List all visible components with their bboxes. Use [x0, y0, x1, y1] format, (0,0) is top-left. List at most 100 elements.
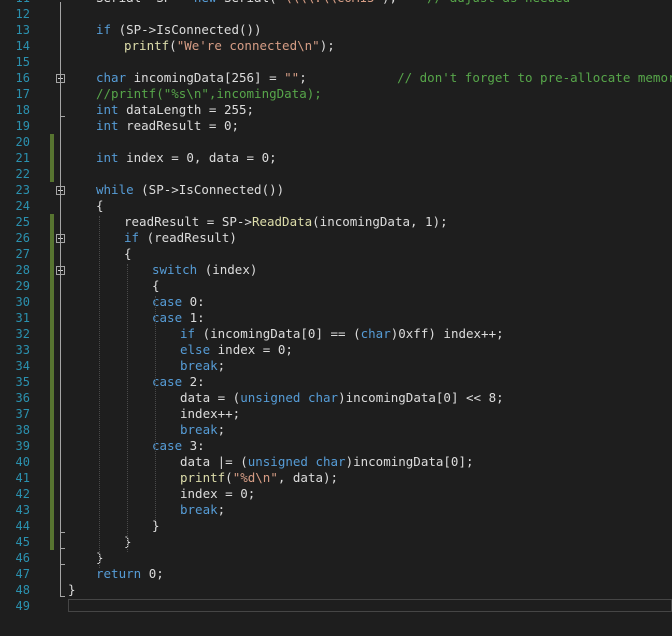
- line-number: 37: [15, 407, 30, 421]
- code-token: index = 0;: [217, 342, 293, 357]
- code-line[interactable]: 42 index = 0;: [0, 486, 672, 502]
- code-token: int: [96, 150, 127, 165]
- line-number: 43: [15, 503, 30, 517]
- code-line[interactable]: 34 break;: [0, 358, 672, 374]
- code-line[interactable]: 28 switch (index): [0, 262, 672, 278]
- code-line[interactable]: 40 data |= (unsigned char)incomingData[0]…: [0, 454, 672, 470]
- change-marker: [50, 166, 54, 182]
- code-line[interactable]: 27 {: [0, 246, 672, 262]
- code-line[interactable]: 19 int readResult = 0;: [0, 118, 672, 134]
- code-line[interactable]: 39 case 3:: [0, 438, 672, 454]
- code-token: "We're connected\n": [176, 38, 320, 53]
- line-number: 12: [15, 7, 30, 21]
- code-token: unsigned char: [240, 390, 339, 405]
- code-text: index++;: [180, 406, 240, 422]
- code-token: // don't forget to pre-allocate memory: [397, 70, 672, 85]
- indent-guide: [155, 296, 156, 520]
- code-text: //printf("%s\n",incomingData);: [96, 86, 322, 102]
- line-number: 38: [15, 423, 30, 437]
- code-line[interactable]: 16 char incomingData[256] = ""; // don't …: [0, 70, 672, 86]
- code-token: unsigned char: [247, 454, 346, 469]
- code-token: {: [152, 278, 160, 293]
- code-token: )incomingData[0];: [345, 454, 474, 469]
- code-line[interactable]: 30 case 0:: [0, 294, 672, 310]
- line-number: 49: [15, 599, 30, 613]
- code-line[interactable]: 45}: [0, 534, 672, 550]
- code-token: (index): [204, 262, 258, 277]
- code-line[interactable]: 17 //printf("%s\n",incomingData);: [0, 86, 672, 102]
- code-line[interactable]: 32 if (incomingData[0] == (char)0xff) ind…: [0, 326, 672, 342]
- code-line[interactable]: 20: [0, 134, 672, 150]
- code-line[interactable]: 46}: [0, 550, 672, 566]
- code-token: data |= (: [180, 454, 248, 469]
- change-marker: [50, 374, 54, 390]
- code-line[interactable]: 35 case 2:: [0, 374, 672, 390]
- code-line[interactable]: 37 index++;: [0, 406, 672, 422]
- code-text: case 0:: [152, 294, 205, 310]
- code-line[interactable]: 15: [0, 54, 672, 70]
- code-line[interactable]: 18 int dataLength = 255;: [0, 102, 672, 118]
- line-number: 29: [15, 279, 30, 293]
- code-line[interactable]: 43 break;: [0, 502, 672, 518]
- code-token: if: [96, 22, 119, 37]
- code-line[interactable]: 48}: [0, 582, 672, 598]
- line-number: 27: [15, 247, 30, 261]
- code-text: int index = 0, data = 0;: [96, 150, 277, 166]
- code-text: break;: [180, 502, 225, 518]
- code-line[interactable]: 13 if (SP->IsConnected()): [0, 22, 672, 38]
- code-token: 0;: [148, 566, 164, 581]
- code-token: case: [152, 374, 190, 389]
- code-line[interactable]: 21 int index = 0, data = 0;: [0, 150, 672, 166]
- change-marker: [50, 358, 54, 374]
- code-editor[interactable]: 11Serial* SP = new Serial("\\\\.\\COM15"…: [0, 0, 672, 636]
- fold-outline: [60, 82, 61, 116]
- line-number: 16: [15, 71, 30, 85]
- code-line[interactable]: 22: [0, 166, 672, 182]
- line-number: 46: [15, 551, 30, 565]
- code-line[interactable]: 25 readResult = SP->ReadData(incomingData…: [0, 214, 672, 230]
- code-text: {: [124, 246, 132, 262]
- line-number: 44: [15, 519, 30, 533]
- code-line[interactable]: 47 return 0;: [0, 566, 672, 582]
- code-text: if (incomingData[0] == (char)0xff) index…: [180, 326, 504, 342]
- change-marker: [50, 470, 54, 486]
- code-token: readResult = SP->: [124, 214, 252, 229]
- code-token: incomingData[256] =: [133, 70, 285, 85]
- line-number: 22: [15, 167, 30, 181]
- code-token: , data);: [277, 470, 339, 485]
- code-token: )0xff) index++;: [390, 326, 504, 341]
- code-line[interactable]: 38 break;: [0, 422, 672, 438]
- code-line[interactable]: 26 if (readResult): [0, 230, 672, 246]
- code-line[interactable]: 33 else index = 0;: [0, 342, 672, 358]
- change-marker: [50, 294, 54, 310]
- code-line[interactable]: 36 data = (unsigned char)incomingData[0] …: [0, 390, 672, 406]
- code-line[interactable]: 12: [0, 6, 672, 22]
- change-marker: [50, 422, 54, 438]
- line-number: 47: [15, 567, 30, 581]
- code-line[interactable]: 49: [0, 598, 672, 614]
- change-marker: [50, 214, 54, 230]
- code-line[interactable]: 41 printf("%d\n", data);: [0, 470, 672, 486]
- line-number: 28: [15, 263, 30, 277]
- code-token: dataLength = 255;: [126, 102, 255, 117]
- code-text: readResult = SP->ReadData(incomingData, …: [124, 214, 448, 230]
- code-text: return 0;: [96, 566, 164, 582]
- code-line[interactable]: 31 case 1:: [0, 310, 672, 326]
- code-line[interactable]: 29 {: [0, 278, 672, 294]
- change-marker: [50, 278, 54, 294]
- code-text: char incomingData[256] = ""; // don't fo…: [96, 70, 672, 86]
- line-number: 31: [15, 311, 30, 325]
- code-lines[interactable]: 11Serial* SP = new Serial("\\\\.\\COM15"…: [0, 0, 672, 614]
- code-line[interactable]: 23 while (SP->IsConnected()): [0, 182, 672, 198]
- code-line[interactable]: 14 printf("We're connected\n");: [0, 38, 672, 54]
- code-token: "": [284, 70, 300, 85]
- code-token: Serial(: [224, 0, 277, 5]
- code-token: if: [180, 326, 203, 341]
- code-text: case 1:: [152, 310, 205, 326]
- fold-outline-end: [60, 532, 65, 533]
- code-token: (SP->IsConnected()): [141, 182, 285, 197]
- code-line[interactable]: 24 {: [0, 198, 672, 214]
- fold-outline-end: [60, 116, 65, 117]
- code-text: else index = 0;: [180, 342, 293, 358]
- code-line[interactable]: 44}: [0, 518, 672, 534]
